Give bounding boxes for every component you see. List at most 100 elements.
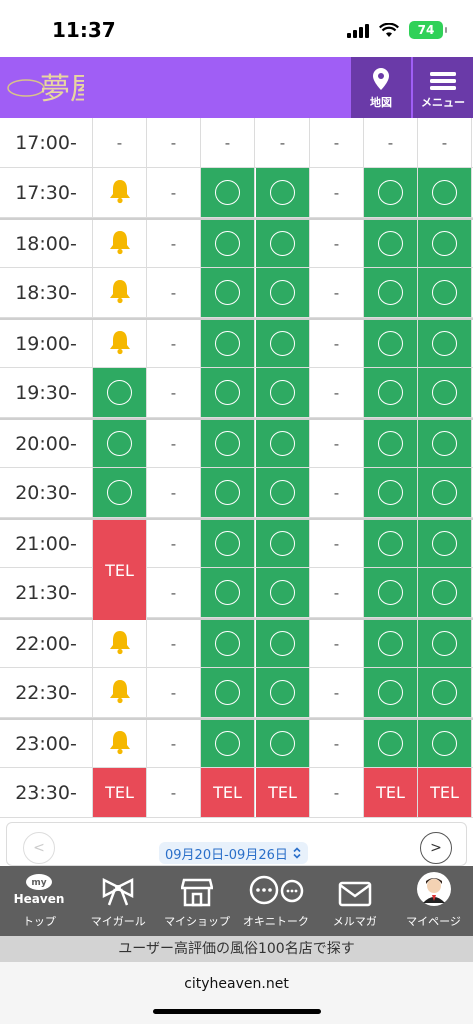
slot-available[interactable]	[418, 620, 472, 667]
slot-unavailable: -	[310, 118, 364, 167]
slot-tel[interactable]: TEL	[93, 768, 147, 817]
slot-available[interactable]	[364, 520, 418, 567]
schedule-row: 20:00- - -	[0, 418, 473, 468]
menu-button[interactable]: メニュー	[413, 57, 473, 118]
slot-available[interactable]	[418, 368, 472, 417]
slot-available[interactable]	[256, 420, 310, 467]
next-week-button[interactable]: >	[420, 832, 452, 864]
nav-my-page[interactable]: マイページ	[394, 866, 473, 936]
circle-icon	[270, 380, 295, 405]
slot-available[interactable]	[364, 220, 418, 267]
circle-icon	[270, 231, 295, 256]
slot-available[interactable]	[201, 420, 255, 467]
slot-available[interactable]	[364, 420, 418, 467]
slot-available[interactable]	[201, 168, 255, 217]
slot-available[interactable]	[418, 468, 472, 517]
circle-icon	[378, 231, 403, 256]
slot-available[interactable]	[93, 420, 147, 467]
slot-available[interactable]	[201, 320, 255, 367]
site-header: 夢屋 地図 メニュー	[0, 57, 473, 118]
date-range-select[interactable]: 09月20日-09月26日	[159, 842, 308, 864]
slot-notify[interactable]	[93, 168, 147, 217]
slot-available[interactable]	[256, 368, 310, 417]
slot-available[interactable]	[256, 220, 310, 267]
slot-available[interactable]	[256, 668, 310, 717]
slot-tel[interactable]: TEL	[93, 520, 147, 620]
slot-available[interactable]	[256, 620, 310, 667]
slot-unavailable: -	[310, 468, 364, 517]
slot-available[interactable]	[364, 720, 418, 767]
prev-week-button[interactable]: <	[23, 832, 55, 864]
slot-available[interactable]	[93, 468, 147, 517]
slot-available[interactable]	[256, 468, 310, 517]
slot-available[interactable]	[364, 368, 418, 417]
slot-notify[interactable]	[93, 320, 147, 367]
slot-unavailable: -	[310, 320, 364, 367]
nav-my-page-label: マイページ	[406, 915, 461, 928]
slot-available[interactable]	[256, 568, 310, 617]
schedule-grid: 17:00- - - - - - - -17:30- - -18:00- - -18:30- - -19:…	[0, 118, 473, 818]
slot-available[interactable]	[256, 520, 310, 567]
slot-available[interactable]	[93, 368, 147, 417]
slot-available[interactable]	[201, 520, 255, 567]
slot-available[interactable]	[201, 668, 255, 717]
map-button[interactable]: 地図	[351, 57, 411, 118]
slot-available[interactable]	[364, 568, 418, 617]
slot-available[interactable]	[418, 568, 472, 617]
slot-available[interactable]	[418, 168, 472, 217]
slot-tel[interactable]: TEL	[256, 768, 310, 817]
slot-available[interactable]	[201, 220, 255, 267]
nav-mail-magazine[interactable]: メルマガ	[315, 866, 394, 936]
circle-icon	[378, 480, 403, 505]
slot-available[interactable]	[256, 720, 310, 767]
slot-available[interactable]	[418, 520, 472, 567]
avatar-icon	[416, 872, 451, 906]
slot-available[interactable]	[364, 468, 418, 517]
slot-available[interactable]	[364, 168, 418, 217]
slot-unavailable: -	[147, 168, 201, 217]
slot-available[interactable]	[201, 720, 255, 767]
nav-okini-talk[interactable]: オキニトーク	[236, 866, 315, 936]
slot-available[interactable]	[418, 220, 472, 267]
slot-available[interactable]	[418, 320, 472, 367]
wifi-icon	[379, 22, 399, 37]
slot-available[interactable]	[256, 168, 310, 217]
slot-notify[interactable]	[93, 668, 147, 717]
slot-unavailable: -	[147, 320, 201, 367]
map-label: 地図	[370, 96, 392, 109]
circle-icon	[107, 380, 132, 405]
slot-available[interactable]	[418, 720, 472, 767]
slot-notify[interactable]	[93, 268, 147, 317]
slot-available[interactable]	[364, 620, 418, 667]
nav-my-girl[interactable]: マイガール	[79, 866, 158, 936]
slot-unavailable: -	[310, 220, 364, 267]
slot-available[interactable]	[364, 668, 418, 717]
slot-available[interactable]	[256, 268, 310, 317]
time-label: 18:30-	[0, 268, 93, 317]
circle-icon	[432, 631, 457, 656]
slot-available[interactable]	[418, 668, 472, 717]
slot-available[interactable]	[201, 368, 255, 417]
slot-unavailable: -	[310, 168, 364, 217]
slot-available[interactable]	[418, 268, 472, 317]
slot-available[interactable]	[201, 568, 255, 617]
slot-notify[interactable]	[93, 620, 147, 667]
slot-available[interactable]	[418, 420, 472, 467]
url-text[interactable]: cityheaven.net	[0, 962, 473, 1006]
slot-available[interactable]	[364, 268, 418, 317]
ranking-banner[interactable]: ユーザー高評価の風俗100名店で探す	[0, 936, 473, 962]
slot-notify[interactable]	[93, 220, 147, 267]
nav-my-shop[interactable]: マイショップ	[158, 866, 237, 936]
nav-top[interactable]: my Heaven トップ	[0, 866, 79, 936]
slot-available[interactable]	[201, 620, 255, 667]
slot-available[interactable]	[201, 468, 255, 517]
slot-available[interactable]	[256, 320, 310, 367]
slot-tel[interactable]: TEL	[201, 768, 255, 817]
schedule-row: 22:30- - -	[0, 668, 473, 718]
shop-logo[interactable]: 夢屋	[4, 61, 84, 115]
slot-tel[interactable]: TEL	[418, 768, 472, 817]
slot-available[interactable]	[364, 320, 418, 367]
slot-tel[interactable]: TEL	[364, 768, 418, 817]
slot-available[interactable]	[201, 268, 255, 317]
slot-notify[interactable]	[93, 720, 147, 767]
